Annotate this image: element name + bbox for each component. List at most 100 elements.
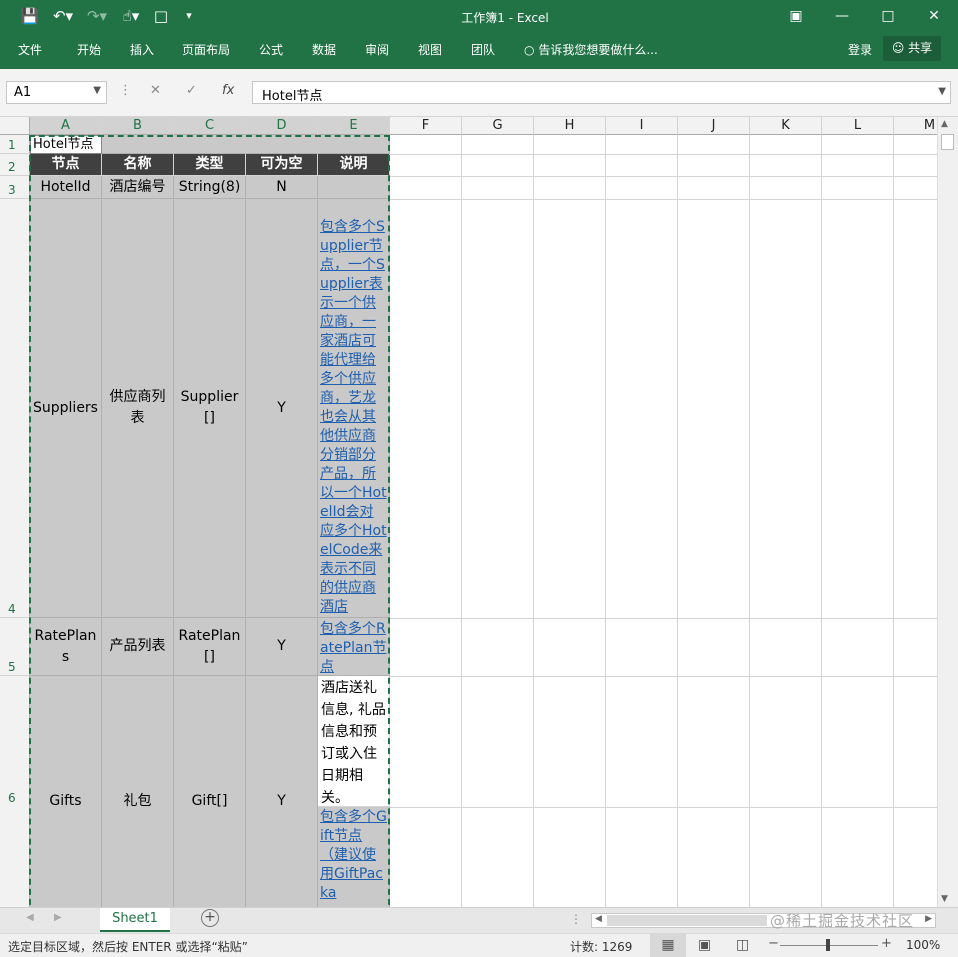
cell-b6[interactable]: 礼包	[102, 676, 174, 907]
cell-d3[interactable]: N	[246, 176, 318, 199]
new-file-icon[interactable]: □	[152, 6, 170, 26]
column-header-a[interactable]: A	[30, 117, 102, 135]
chevron-down-icon[interactable]: ▼	[93, 85, 101, 96]
cell-d4[interactable]: Y	[246, 199, 318, 618]
cell-c2[interactable]: 类型	[174, 154, 246, 176]
page-break-view-icon[interactable]: ◫	[736, 937, 749, 953]
row-header-3[interactable]: 3	[0, 176, 30, 199]
worksheet-grid[interactable]: A B C D E F G H I J K L M 1 2 3 4 5 6 Ho…	[0, 117, 958, 907]
column-header-g[interactable]: G	[462, 117, 534, 135]
maximize-button[interactable]: □	[865, 0, 911, 33]
ribbon-display-icon[interactable]: ▣	[773, 0, 819, 33]
customize-toolbar-icon[interactable]: ▾	[180, 6, 198, 26]
tab-team[interactable]: 团队	[471, 41, 495, 58]
scroll-left-icon[interactable]: ◀	[595, 914, 602, 924]
close-button[interactable]: ✕	[911, 0, 957, 33]
column-f[interactable]	[390, 135, 462, 907]
cell-c5[interactable]: RatePlan[]	[174, 618, 246, 676]
column-h[interactable]	[534, 135, 606, 907]
tell-me-search[interactable]: ○ 告诉我您想要做什么...	[524, 41, 658, 58]
prev-sheet-icon[interactable]: ◀	[26, 912, 34, 923]
cell-b4[interactable]: 供应商列表	[102, 199, 174, 618]
page-layout-view-icon[interactable]: ▣	[698, 937, 711, 953]
zoom-out-icon[interactable]: −	[768, 936, 779, 951]
column-header-c[interactable]: C	[174, 117, 246, 135]
cell-b2[interactable]: 名称	[102, 154, 174, 176]
add-sheet-icon[interactable]: +	[201, 909, 219, 927]
tab-formulas[interactable]: 公式	[259, 41, 283, 58]
cell-d5[interactable]: Y	[246, 618, 318, 676]
cell-e2[interactable]: 说明	[318, 154, 390, 176]
tab-data[interactable]: 数据	[312, 41, 336, 58]
undo-icon[interactable]: ↶▾	[50, 6, 76, 26]
scroll-down-icon[interactable]: ▼	[941, 894, 948, 904]
zoom-level[interactable]: 100%	[906, 938, 940, 952]
name-box[interactable]: A1 ▼	[6, 81, 107, 104]
cell-a2[interactable]: 节点	[30, 154, 102, 176]
column-header-e[interactable]: E	[318, 117, 390, 135]
sheet-tab-sheet1[interactable]: Sheet1	[100, 908, 170, 932]
row-header-6[interactable]: 6	[0, 676, 30, 907]
cell-e6-link[interactable]: 包含多个Gift节点（建议使用GiftPacka	[318, 807, 390, 907]
column-header-h[interactable]: H	[534, 117, 606, 135]
cell-a1[interactable]: Hotel节点	[30, 135, 102, 154]
cell-e5-link[interactable]: 包含多个RatePlan节点	[318, 618, 390, 676]
column-header-f[interactable]: F	[390, 117, 462, 135]
column-g[interactable]	[462, 135, 534, 907]
vertical-scrollbar[interactable]: ▲ ▼	[937, 117, 958, 907]
row-header-2[interactable]: 2	[0, 154, 30, 176]
scroll-right-icon[interactable]: ▶	[925, 914, 932, 924]
column-header-b[interactable]: B	[102, 117, 174, 135]
cell-e6-text[interactable]: 酒店送礼信息, 礼品信息和预订或入住日期相关。	[318, 676, 390, 807]
tab-file[interactable]: 文件	[18, 41, 42, 58]
cell-d6[interactable]: Y	[246, 676, 318, 907]
column-header-l[interactable]: L	[822, 117, 894, 135]
row-header-5[interactable]: 5	[0, 618, 30, 676]
login-link[interactable]: 登录	[848, 41, 872, 58]
redo-icon[interactable]: ↷▾	[84, 6, 110, 26]
tab-page-layout[interactable]: 页面布局	[182, 41, 230, 58]
cell-d2[interactable]: 可为空	[246, 154, 318, 176]
insert-function-icon[interactable]: fx	[222, 83, 234, 98]
expand-formula-icon[interactable]: ▼	[938, 86, 946, 97]
share-button[interactable]: ☺ 共享	[883, 36, 941, 61]
column-j[interactable]	[678, 135, 750, 907]
tab-review[interactable]: 审阅	[365, 41, 389, 58]
save-icon[interactable]: 💾	[20, 6, 40, 26]
cancel-icon[interactable]: ✕	[150, 83, 161, 98]
tab-view[interactable]: 视图	[418, 41, 442, 58]
cell-c4[interactable]: Supplier[]	[174, 199, 246, 618]
row-header-4[interactable]: 4	[0, 199, 30, 618]
cell-c6[interactable]: Gift[]	[174, 676, 246, 907]
scroll-thumb[interactable]	[941, 134, 954, 150]
cell-a5[interactable]: RatePlans	[30, 618, 102, 676]
column-k[interactable]	[750, 135, 822, 907]
hscroll-thumb[interactable]	[607, 915, 767, 926]
scroll-up-icon[interactable]: ▲	[941, 119, 948, 129]
tab-home[interactable]: 开始	[77, 41, 101, 58]
normal-view-icon[interactable]: ▦	[650, 934, 686, 957]
enter-icon[interactable]: ✓	[186, 83, 197, 98]
row-header-1[interactable]: 1	[0, 135, 30, 154]
next-sheet-icon[interactable]: ▶	[54, 912, 62, 923]
column-header-i[interactable]: I	[606, 117, 678, 135]
formula-input[interactable]: Hotel节点 ▼	[252, 81, 951, 104]
select-all-corner[interactable]	[0, 117, 30, 135]
cell-a4[interactable]: Suppliers	[30, 199, 102, 618]
cell-e3[interactable]	[318, 176, 390, 199]
minimize-button[interactable]: —	[819, 0, 865, 33]
splitter-icon[interactable]: ⋮	[570, 912, 582, 926]
zoom-in-icon[interactable]: +	[881, 936, 892, 951]
column-l[interactable]	[822, 135, 894, 907]
column-i[interactable]	[606, 135, 678, 907]
cell-b5[interactable]: 产品列表	[102, 618, 174, 676]
tab-insert[interactable]: 插入	[130, 41, 154, 58]
cell-b3[interactable]: 酒店编号	[102, 176, 174, 199]
zoom-slider-thumb[interactable]	[826, 939, 830, 951]
cell-a6[interactable]: Gifts	[30, 676, 102, 907]
cell-e4-link[interactable]: 包含多个Supplier节点，一个Supplier表示一个供应商，一家酒店可能代…	[318, 199, 390, 618]
column-header-j[interactable]: J	[678, 117, 750, 135]
column-header-k[interactable]: K	[750, 117, 822, 135]
cell-c3[interactable]: String(8)	[174, 176, 246, 199]
column-header-d[interactable]: D	[246, 117, 318, 135]
